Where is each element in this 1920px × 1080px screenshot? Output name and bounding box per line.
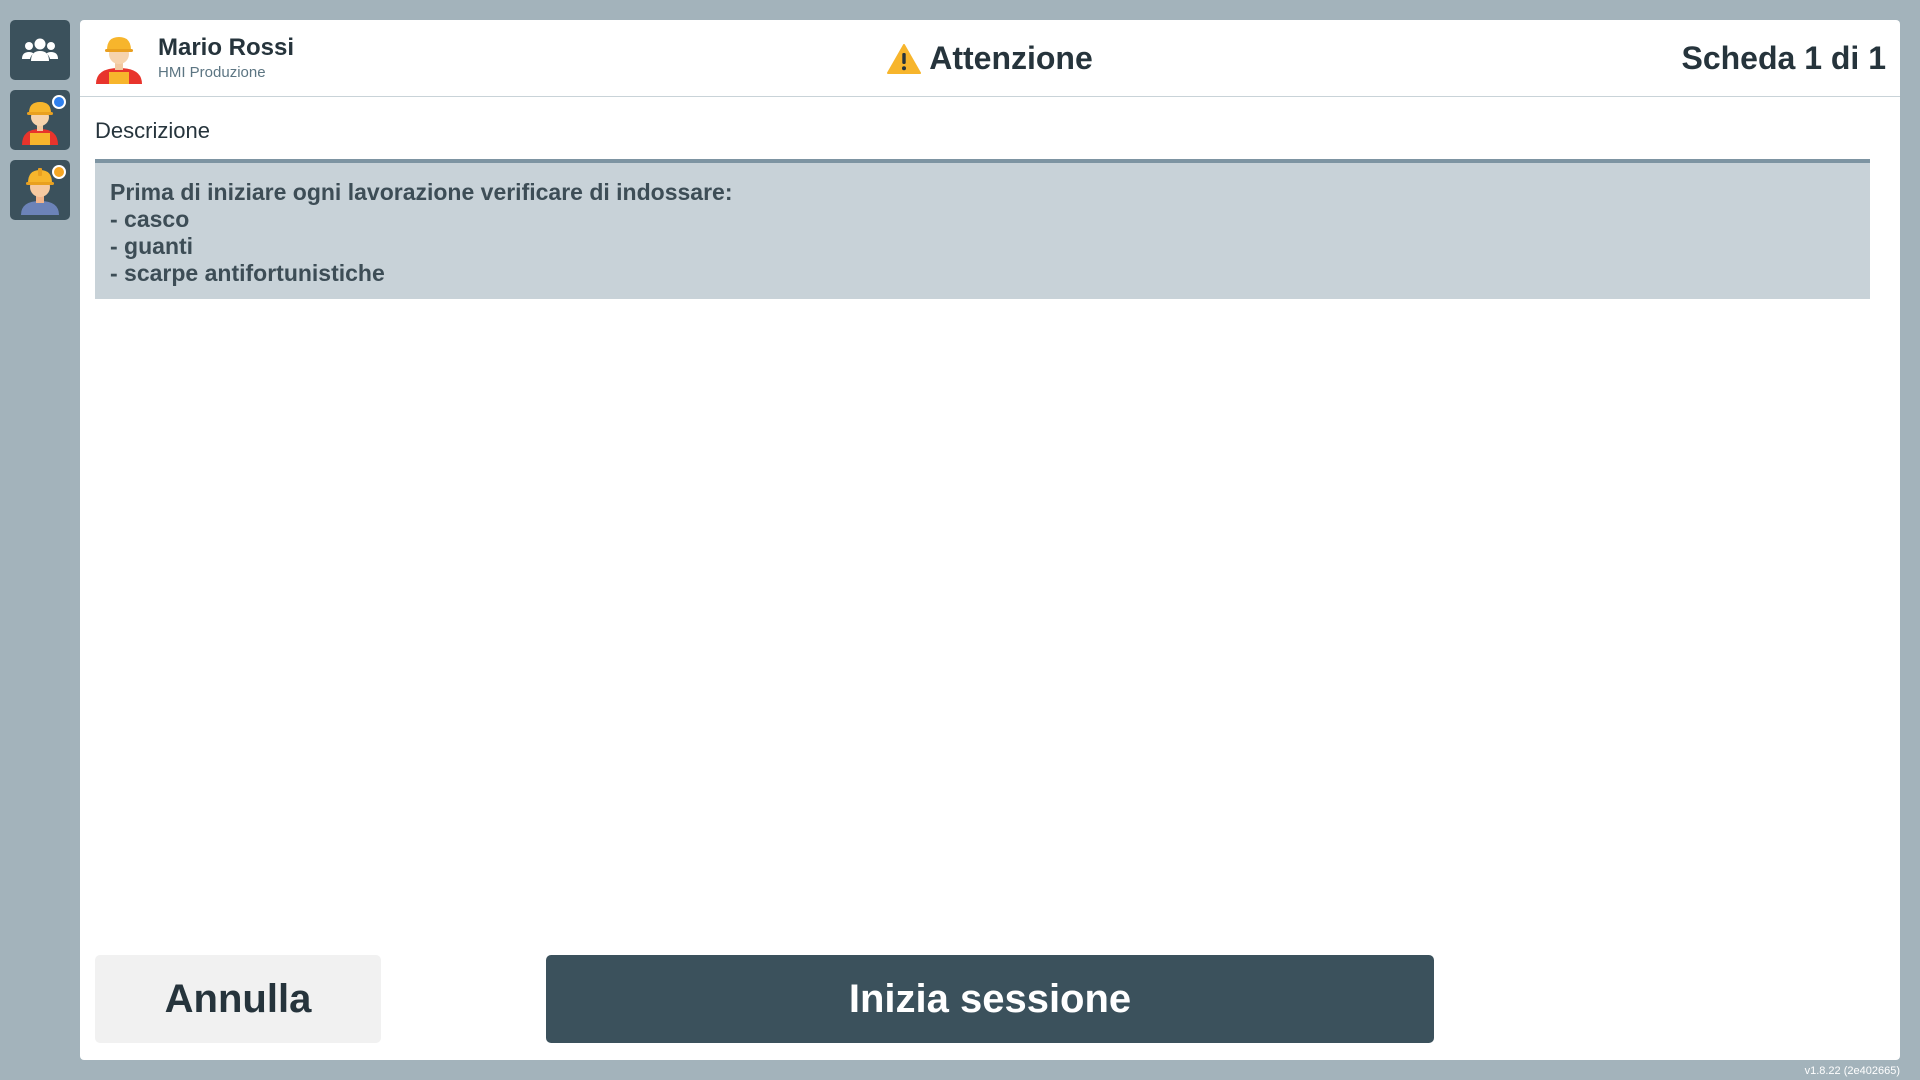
sidebar-worker-button[interactable] bbox=[10, 90, 70, 150]
header: Mario Rossi HMI Produzione Attenzione Sc… bbox=[80, 20, 1900, 97]
description-box: Prima di iniziare ogni lavorazione verif… bbox=[95, 159, 1870, 299]
cancel-button[interactable]: Annulla bbox=[95, 955, 381, 1043]
description-line: - casco bbox=[110, 206, 190, 232]
section-label: Descrizione bbox=[95, 118, 210, 143]
main-panel: Mario Rossi HMI Produzione Attenzione Sc… bbox=[80, 20, 1900, 1060]
users-group-icon bbox=[22, 38, 58, 61]
page-title: Attenzione bbox=[80, 40, 1900, 77]
page-counter: Scheda 1 di 1 bbox=[1681, 40, 1886, 76]
sidebar-worker-2-button[interactable] bbox=[10, 160, 70, 220]
description-line: - scarpe antifortunistiche bbox=[110, 260, 385, 286]
sidebar bbox=[10, 20, 70, 220]
start-session-button[interactable]: Inizia sessione bbox=[546, 955, 1434, 1043]
title-text: Attenzione bbox=[929, 40, 1093, 76]
sidebar-users-button[interactable] bbox=[10, 20, 70, 80]
online-badge bbox=[52, 95, 66, 109]
description-line: Prima di iniziare ogni lavorazione verif… bbox=[110, 179, 733, 205]
away-badge bbox=[52, 165, 66, 179]
description-line: - guanti bbox=[110, 233, 194, 259]
version-label: v1.8.22 (2e402665) bbox=[1804, 1065, 1900, 1077]
warning-icon bbox=[887, 43, 922, 74]
